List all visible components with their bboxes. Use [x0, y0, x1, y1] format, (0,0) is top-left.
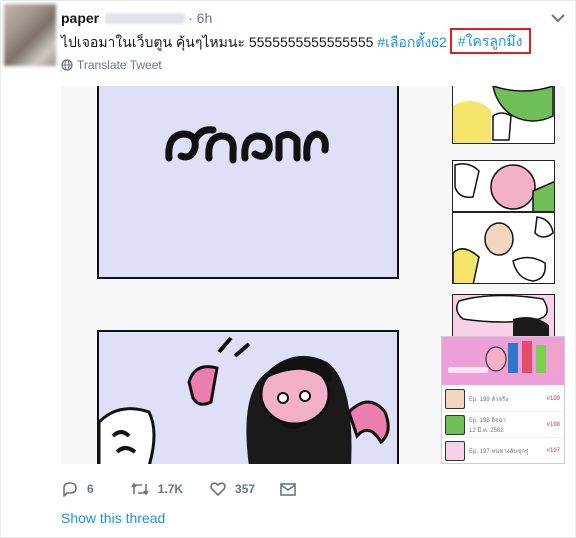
like-count: 357: [235, 482, 256, 496]
comic-panel-bottom: [97, 330, 399, 464]
retweet-button[interactable]: 1.7K: [130, 480, 183, 498]
translate-label: Translate Tweet: [77, 58, 162, 72]
episode-number: #197: [546, 447, 560, 454]
hashtag-link-highlighted[interactable]: #ใครลูกมึง: [458, 33, 523, 49]
like-button[interactable]: 357: [209, 480, 255, 498]
author-handle-redacted: [105, 12, 186, 24]
chevron-down-icon[interactable]: [551, 13, 565, 23]
episode-title: Ep. 197 หนทางลับชุกรุ่: [469, 448, 529, 455]
show-thread-link[interactable]: Show this thread: [61, 510, 165, 526]
thumb-4: [452, 294, 555, 340]
episode-number: #198: [546, 421, 560, 428]
tweet-timestamp[interactable]: · 6h: [188, 10, 212, 26]
retweet-icon: [131, 482, 149, 496]
episode-date: 12 มี.ค. 2562: [469, 427, 504, 434]
thumb-3: [452, 212, 555, 284]
tweet-body: ไปเจอมาในเว็บตูน คุ้นๆไหมนะ 555555555555…: [61, 34, 378, 50]
episode-row[interactable]: Ep. 198 อิจฉา 12 มี.ค. 2562 #198: [442, 411, 564, 437]
globe-icon: [61, 59, 73, 71]
author-name[interactable]: paper: [61, 10, 99, 26]
episode-list-overlay: Ep. 199 ตัวจริง #199 Ep. 198 อิจฉา 12 มี…: [441, 336, 565, 464]
episode-row[interactable]: Ep. 199 ตัวจริง #199: [442, 385, 564, 411]
thumb-2: [452, 160, 555, 212]
reply-button[interactable]: 6: [61, 480, 94, 498]
hashtag-link[interactable]: #เลือกตั้ง62: [377, 34, 447, 50]
episode-number: #199: [546, 395, 560, 402]
share-button[interactable]: [279, 480, 297, 498]
episode-title: Ep. 199 ตัวจริง: [469, 396, 509, 403]
retweet-count: 1.7K: [157, 482, 184, 496]
like-icon: [210, 482, 226, 496]
reply-count: 6: [87, 482, 94, 496]
share-icon: [280, 483, 296, 496]
thumb-1: [452, 86, 555, 144]
tweet-header: paper · 6h: [61, 9, 212, 27]
tweet-media[interactable]: Ep. 199 ตัวจริง #199 Ep. 198 อิจฉา 12 มี…: [61, 86, 565, 464]
highlight-box: #ใครลูกมึง: [449, 28, 531, 54]
comic-panel-top: [97, 86, 399, 279]
tweet-text: ไปเจอมาในเว็บตูน คุ้นๆไหมนะ 555555555555…: [61, 28, 531, 55]
episode-title: Ep. 198 อิจฉา: [469, 417, 506, 424]
episode-list-header: [442, 337, 564, 385]
episode-row[interactable]: Ep. 197 หนทางลับชุกรุ่ #197: [442, 437, 564, 463]
avatar[interactable]: [4, 4, 56, 66]
comic-caption-art: [165, 126, 329, 164]
tweet-actions: 6 1.7K 357: [61, 478, 297, 500]
reply-icon: [63, 482, 77, 497]
translate-tweet-link[interactable]: Translate Tweet: [61, 58, 162, 72]
comic-scene-art: [99, 336, 390, 464]
